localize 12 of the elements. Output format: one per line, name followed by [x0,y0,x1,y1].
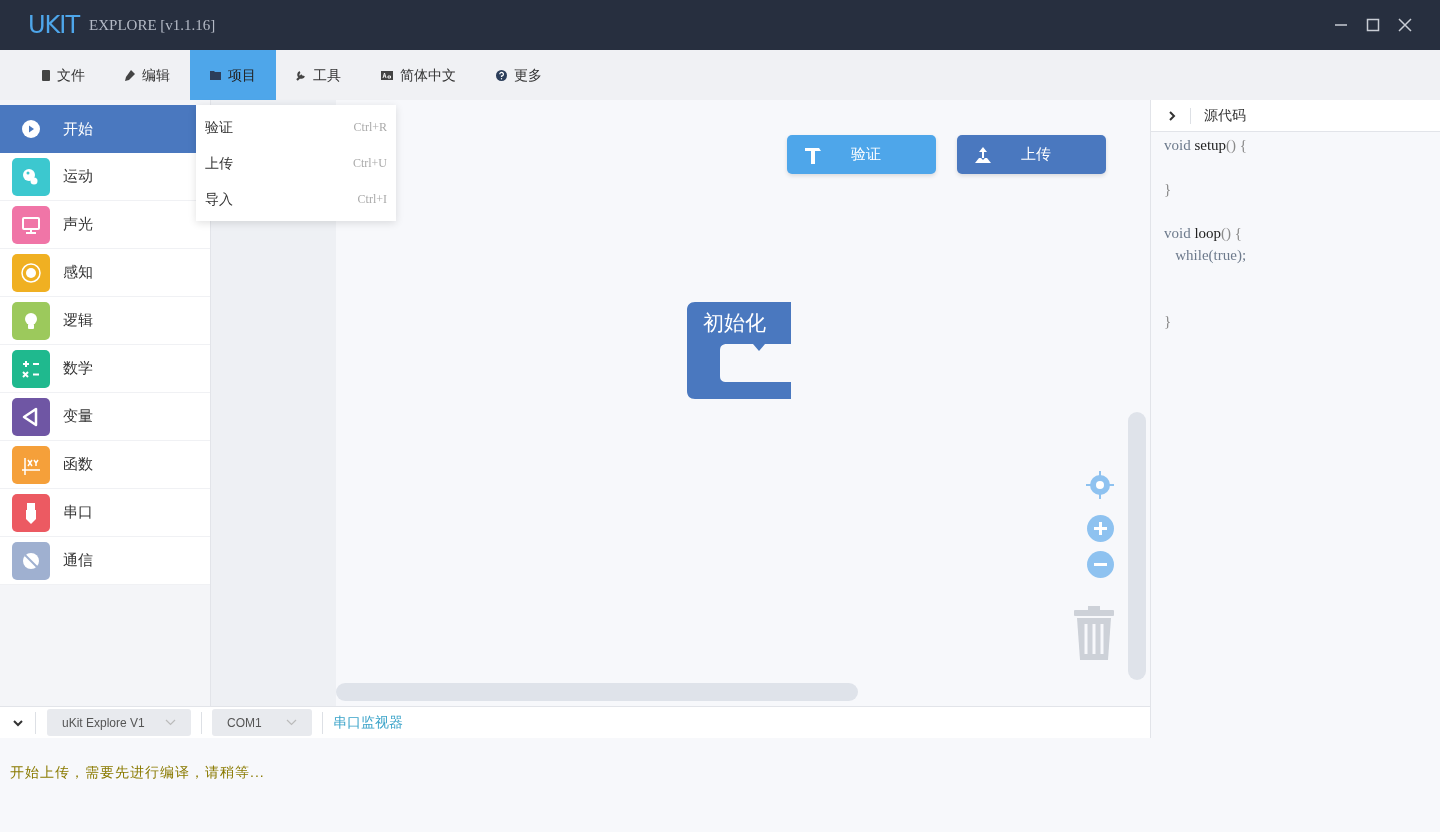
code-line: } [1164,180,1173,199]
code-line: void setup() { [1164,136,1249,155]
code-line: void loop() { [1164,224,1244,243]
panel-title: 源代码 [1204,106,1246,125]
code-line: } [1164,312,1173,331]
shortcut-text: Ctrl+U [352,155,387,172]
console-message: 开始上传，需要先进行编译，请稍等... [10,764,265,780]
window-title: EXPLORE [v1.1.16] [89,15,216,35]
code-line: while(true); [1174,246,1248,265]
shortcut-text: Ctrl+R [353,119,387,136]
app-logo: UKIT [28,13,80,37]
shortcut-text: Ctrl+I [357,191,387,208]
